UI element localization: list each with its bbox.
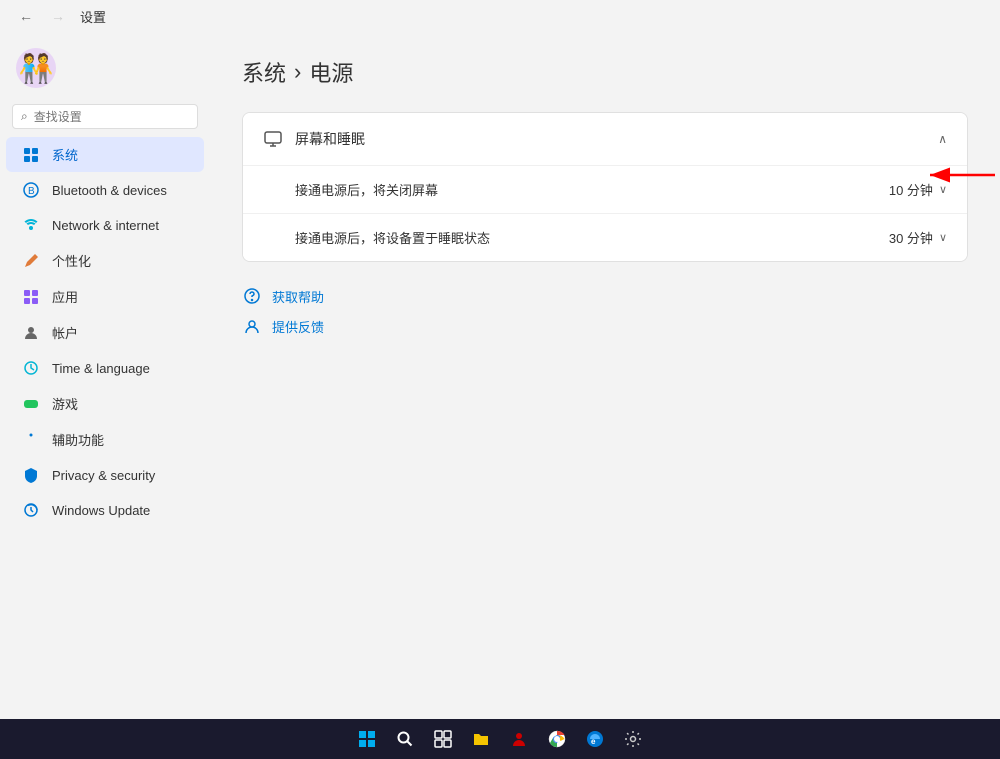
feedback-link[interactable]: 提供反馈 xyxy=(242,316,968,336)
sidebar-item-windowsupdate[interactable]: Windows Update xyxy=(6,493,204,527)
accounts-icon xyxy=(22,324,40,342)
sidebar-label-accounts: 帐户 xyxy=(52,323,78,342)
nav-buttons: ← → xyxy=(12,2,72,30)
feedback-label: 提供反馈 xyxy=(272,317,324,336)
privacy-icon xyxy=(22,466,40,484)
chevron-up-icon: ∧ xyxy=(938,132,947,146)
get-help-link[interactable]: 获取帮助 xyxy=(242,286,968,306)
screen-icon xyxy=(263,129,283,149)
taskbar-chrome-button[interactable] xyxy=(541,723,573,755)
breadcrumb-separator: › xyxy=(294,59,301,85)
helper-links: 获取帮助 提供反馈 xyxy=(242,286,968,336)
sidebar-item-network[interactable]: Network & internet xyxy=(6,208,204,242)
taskbar-taskview-button[interactable] xyxy=(427,723,459,755)
sidebar-label-apps: 应用 xyxy=(52,287,78,306)
sidebar-item-personalization[interactable]: 个性化 xyxy=(6,243,204,278)
chevron-down-icon-sleep: ∨ xyxy=(939,231,947,244)
sidebar-label-personalization: 个性化 xyxy=(52,251,91,270)
sidebar-item-accounts[interactable]: 帐户 xyxy=(6,315,204,350)
screen-sleep-header[interactable]: 屏幕和睡眠 ∧ xyxy=(243,113,967,165)
sidebar-label-bluetooth: Bluetooth & devices xyxy=(52,183,167,198)
taskbar-files-button[interactable] xyxy=(465,723,497,755)
svg-text:e: e xyxy=(591,737,596,746)
forward-button[interactable]: → xyxy=(44,2,72,30)
sidebar-item-apps[interactable]: 应用 xyxy=(6,279,204,314)
sidebar-item-system[interactable]: 系统 xyxy=(6,137,204,172)
taskbar-windows-button[interactable] xyxy=(351,723,383,755)
screen-off-row[interactable]: 接通电源后，将关闭屏幕 10 分钟 ∨ xyxy=(243,165,967,213)
help-icon xyxy=(242,286,262,306)
sleep-right: 30 分钟 ∨ xyxy=(889,228,947,247)
title-bar: ← → 设置 xyxy=(0,0,1000,32)
search-input[interactable] xyxy=(34,110,189,124)
taskbar: e xyxy=(0,719,1000,759)
sidebar-item-bluetooth[interactable]: B Bluetooth & devices xyxy=(6,173,204,207)
accessibility-icon xyxy=(22,431,40,449)
get-help-label: 获取帮助 xyxy=(272,287,324,306)
page-header: 系统 › 电源 xyxy=(242,56,968,88)
sleep-value: 30 分钟 xyxy=(889,228,933,247)
system-icon xyxy=(22,146,40,164)
sidebar: 🧑‍🤝‍🧑 ⌕ 系统 B xyxy=(0,32,210,719)
network-icon xyxy=(22,216,40,234)
sleep-label: 接通电源后，将设备置于睡眠状态 xyxy=(295,228,490,247)
sidebar-label-time: Time & language xyxy=(52,361,150,376)
user-profile: 🧑‍🤝‍🧑 xyxy=(0,40,210,104)
back-button[interactable]: ← xyxy=(12,2,40,30)
screen-off-right: 10 分钟 ∨ xyxy=(889,180,947,199)
time-icon xyxy=(22,359,40,377)
apps-icon xyxy=(22,288,40,306)
sidebar-item-accessibility[interactable]: 辅助功能 xyxy=(6,422,204,457)
taskbar-person-button[interactable] xyxy=(503,723,535,755)
screen-off-label: 接通电源后，将关闭屏幕 xyxy=(295,180,438,199)
avatar: 🧑‍🤝‍🧑 xyxy=(16,48,56,88)
gaming-icon xyxy=(22,395,40,413)
screen-sleep-card: 屏幕和睡眠 ∧ 接通电源后，将关闭屏幕 10 分钟 ∨ 接通电源后，将设备置于睡… xyxy=(242,112,968,262)
screen-sleep-title: 屏幕和睡眠 xyxy=(295,129,365,149)
sidebar-label-network: Network & internet xyxy=(52,218,159,233)
sidebar-item-time[interactable]: Time & language xyxy=(6,351,204,385)
sidebar-label-accessibility: 辅助功能 xyxy=(52,430,104,449)
sidebar-item-privacy[interactable]: Privacy & security xyxy=(6,458,204,492)
app-container: 🧑‍🤝‍🧑 ⌕ 系统 B xyxy=(0,32,1000,719)
taskbar-app2-button[interactable]: e xyxy=(579,723,611,755)
svg-text:B: B xyxy=(28,186,35,197)
breadcrumb-parent: 系统 xyxy=(242,56,286,88)
taskbar-settings-button[interactable] xyxy=(617,723,649,755)
card-header-left: 屏幕和睡眠 xyxy=(263,129,365,149)
sleep-row[interactable]: 接通电源后，将设备置于睡眠状态 30 分钟 ∨ xyxy=(243,213,967,261)
bluetooth-icon: B xyxy=(22,181,40,199)
main-content: 系统 › 电源 屏幕和睡眠 ∧ 接通电源后 xyxy=(210,32,1000,719)
sidebar-item-gaming[interactable]: 游戏 xyxy=(6,386,204,421)
breadcrumb-current: 电源 xyxy=(309,56,353,88)
sidebar-label-privacy: Privacy & security xyxy=(52,468,155,483)
sidebar-label-system: 系统 xyxy=(52,145,78,164)
sidebar-label-windowsupdate: Windows Update xyxy=(52,503,150,518)
window-title: 设置 xyxy=(80,7,106,26)
windowsupdate-icon xyxy=(22,501,40,519)
search-icon: ⌕ xyxy=(21,109,28,124)
screen-off-value: 10 分钟 xyxy=(889,180,933,199)
taskbar-search-button[interactable] xyxy=(389,723,421,755)
sidebar-label-gaming: 游戏 xyxy=(52,394,78,413)
search-box[interactable]: ⌕ xyxy=(12,104,198,129)
chevron-down-icon-screen: ∨ xyxy=(939,183,947,196)
personalization-icon xyxy=(22,252,40,270)
feedback-icon xyxy=(242,316,262,336)
